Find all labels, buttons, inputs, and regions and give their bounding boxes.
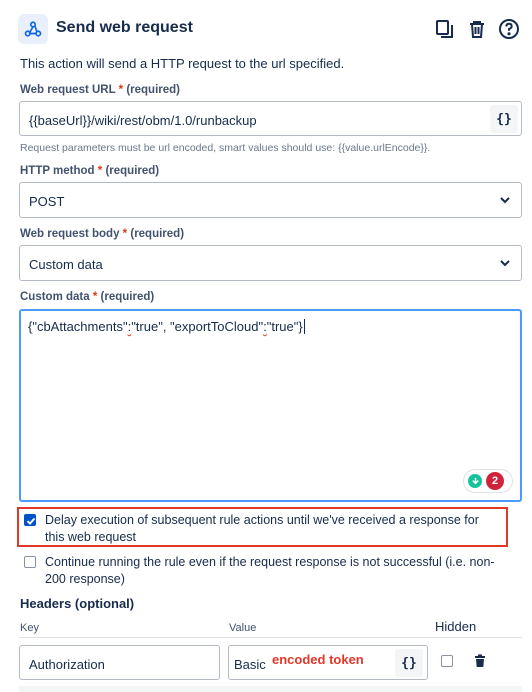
action-description: This action will send a HTTP request to … — [20, 56, 345, 71]
help-icon[interactable] — [496, 16, 522, 42]
body-select[interactable]: Custom data — [19, 245, 522, 281]
method-select[interactable]: POST — [19, 182, 522, 218]
required-text: (required) — [105, 165, 160, 177]
redaction-annotation: encoded token — [270, 652, 366, 667]
delay-checkbox[interactable] — [24, 514, 36, 526]
required-marker: * — [122, 228, 128, 240]
required-text: (required) — [126, 84, 180, 96]
delay-label-line-2[interactable]: this web request — [45, 529, 479, 546]
required-text: (required) — [100, 291, 155, 303]
grammar-assistant[interactable]: 2 — [464, 470, 512, 492]
method-label: HTTP method * (required) — [20, 165, 159, 177]
grammar-count-badge[interactable]: 2 — [486, 472, 504, 490]
key-column-header: Key — [20, 622, 39, 634]
delay-label[interactable]: Delay execution of subsequent rule actio… — [45, 512, 479, 546]
smart-value-button[interactable]: {} — [395, 649, 423, 677]
webhook-icon — [18, 14, 48, 44]
custom-data-textarea[interactable]: {"cbAttachments":"true", "exportToCloud"… — [19, 309, 522, 502]
delete-header-icon[interactable] — [472, 653, 488, 669]
custom-data-label-text: Custom data — [20, 291, 90, 303]
url-label: Web request URL * (required) — [20, 84, 180, 96]
trash-icon[interactable] — [464, 16, 490, 42]
continue-label-line-1[interactable]: Continue running the rule even if the re… — [45, 554, 495, 571]
required-marker: * — [97, 165, 103, 177]
method-label-text: HTTP method — [20, 165, 95, 177]
delay-label-line-1[interactable]: Delay execution of subsequent rule actio… — [45, 512, 479, 529]
delay-option[interactable]: Delay execution of subsequent rule actio… — [24, 512, 508, 548]
headers-title: Headers (optional) — [20, 596, 135, 611]
continue-label-line-2[interactable]: 200 response) — [45, 571, 495, 588]
continue-checkbox[interactable] — [24, 556, 36, 568]
action-header: Send web request — [18, 14, 522, 44]
duplicate-icon[interactable] — [432, 16, 458, 42]
action-title: Send web request — [56, 19, 193, 36]
required-marker: * — [118, 84, 124, 96]
add-header-row[interactable] — [19, 686, 522, 692]
url-help-text: Request parameters must be url encoded, … — [20, 142, 431, 154]
smart-value-button[interactable]: {} — [490, 105, 518, 133]
hidden-column-header: Hidden — [435, 619, 477, 634]
hidden-checkbox[interactable] — [441, 655, 453, 667]
header-key-value[interactable]: Authorization — [29, 657, 105, 672]
header-value-prefix[interactable]: Basic — [234, 657, 266, 672]
header-key-input[interactable]: Authorization — [19, 645, 220, 680]
body-label: Web request body * (required) — [20, 228, 184, 240]
required-marker: * — [92, 291, 98, 303]
body-label-text: Web request body — [20, 228, 120, 240]
method-select-value[interactable]: POST — [29, 194, 64, 209]
grammar-icon[interactable] — [468, 474, 482, 488]
continue-option[interactable]: Continue running the rule even if the re… — [24, 554, 508, 590]
url-input[interactable]: {{baseUrl}}/wiki/rest/obm/1.0/runbackup … — [19, 101, 522, 136]
value-column-header: Value — [229, 622, 257, 634]
custom-data-label: Custom data * (required) — [20, 291, 154, 303]
required-text: (required) — [130, 228, 185, 240]
custom-data-value[interactable]: {"cbAttachments":"true", "exportToCloud"… — [28, 319, 305, 334]
chevron-down-icon[interactable] — [499, 257, 511, 269]
divider — [19, 637, 522, 638]
url-input-value[interactable]: {{baseUrl}}/wiki/rest/obm/1.0/runbackup — [29, 113, 257, 128]
body-select-value[interactable]: Custom data — [29, 257, 103, 272]
url-label-text: Web request URL — [20, 84, 116, 96]
chevron-down-icon[interactable] — [499, 194, 511, 206]
continue-label[interactable]: Continue running the rule even if the re… — [45, 554, 495, 588]
